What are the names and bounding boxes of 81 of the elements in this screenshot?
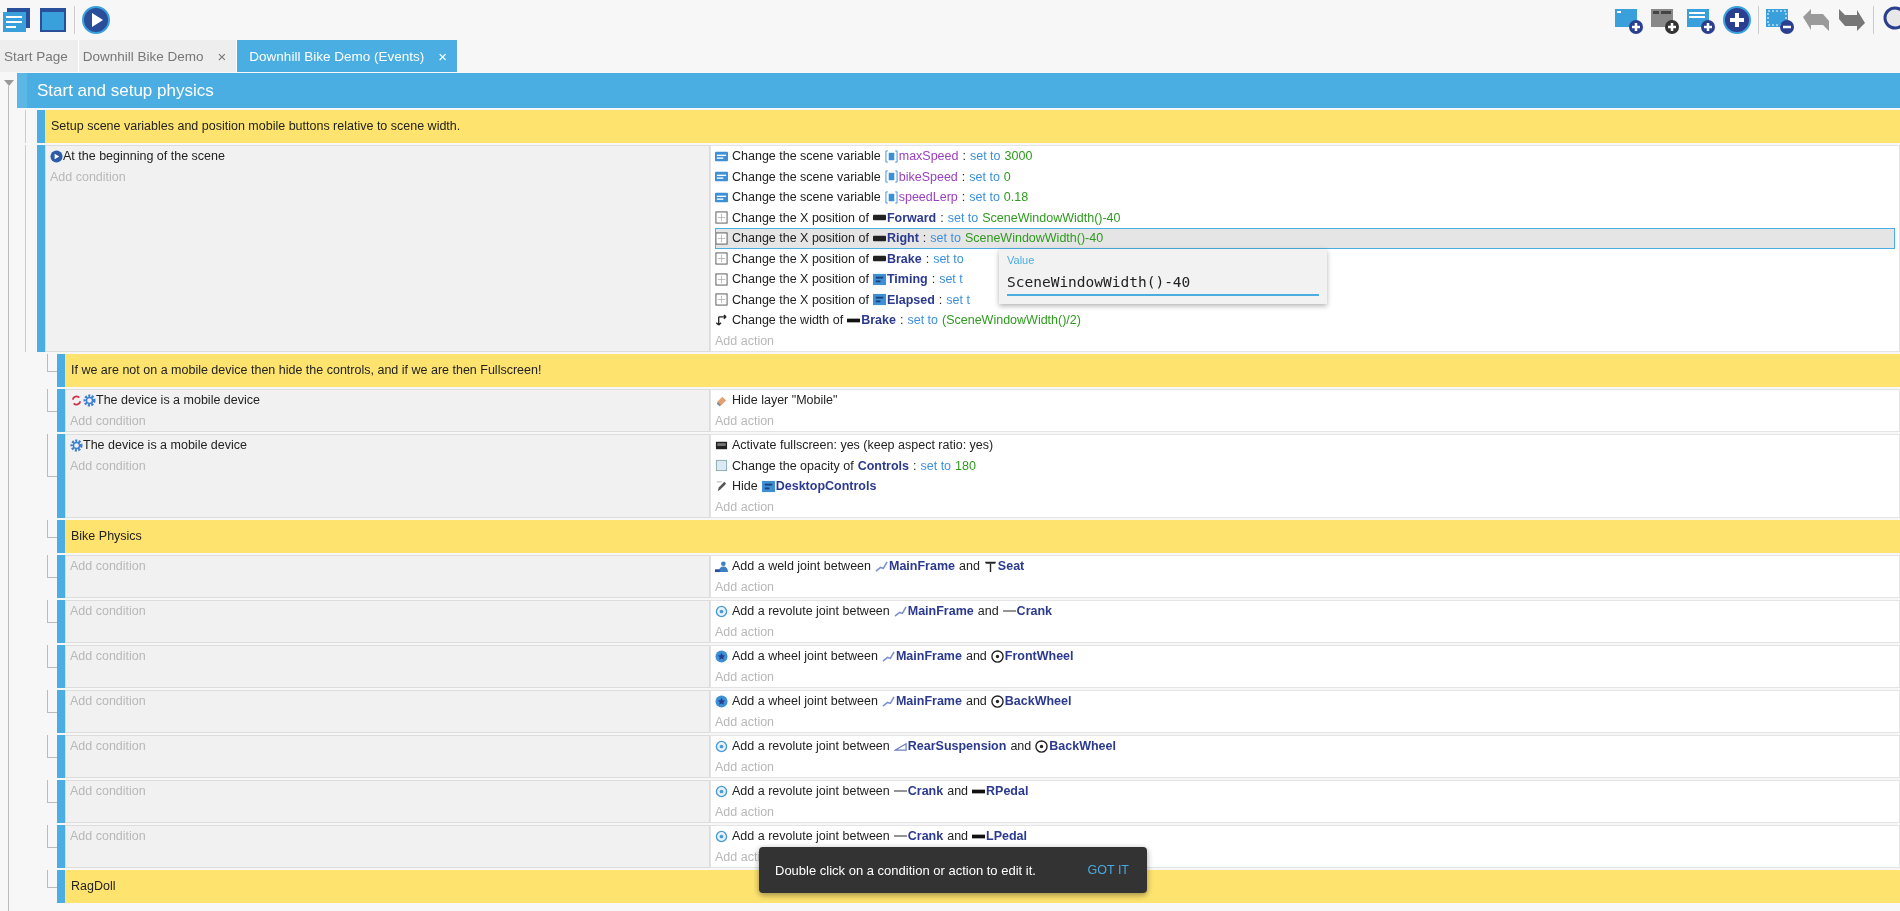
object-name: MainFrame [895, 649, 962, 664]
object-name: Crank [907, 784, 944, 799]
action-text: Activate fullscreen: yes (keep aspect ratio: yes) [732, 438, 994, 453]
object-name: LPedal [986, 829, 1028, 844]
value-text: (SceneWindowWidth()/2) [942, 313, 1081, 328]
action-text: and [959, 559, 980, 574]
field-label: Value [1007, 253, 1036, 266]
action-text: : [922, 231, 927, 246]
toast-message: Double click on a condition or action to edit it. [775, 862, 1036, 878]
action-text: : [961, 190, 966, 205]
action-text: Change the scene variable [732, 169, 881, 184]
object-name: BackWheel [1004, 694, 1072, 709]
action-text: Add a revolute joint between [732, 739, 890, 754]
value-text: 0.18 [1003, 190, 1029, 205]
action-text: Change the X position of [732, 251, 869, 266]
object-name: FrontWheel [1004, 649, 1074, 664]
action-text: Change the opacity of [732, 458, 854, 473]
value-text: SceneWindowWidth()-40 [964, 231, 1104, 246]
action-text: : [899, 313, 904, 328]
action-text: Add a wheel joint between [732, 649, 878, 664]
action-text: : [938, 292, 943, 307]
object-name: Crank [1016, 604, 1053, 619]
object-name: Elapsed [886, 292, 935, 307]
action-text: Change the width of [732, 313, 844, 328]
action-text: : [961, 169, 966, 184]
action-text: and [947, 829, 969, 844]
operator-text: set to [969, 169, 1000, 184]
object-name: DesktopControls [775, 479, 877, 494]
action-text: : [931, 272, 936, 287]
object-name: MainFrame [907, 604, 974, 619]
object-name: MainFrame [895, 694, 962, 709]
object-name: RPedal [986, 784, 1029, 799]
operator-text: set to [969, 149, 1001, 164]
action-text: Change the X position of [732, 231, 869, 246]
variable-name: bikeSpeed [898, 169, 958, 184]
operator-text: set to [930, 231, 961, 246]
operator-text: set to [907, 313, 938, 328]
action-text: Hide layer "Mobile" [732, 393, 838, 408]
action-text: and [977, 604, 999, 619]
operator-text: set t [946, 292, 970, 307]
object-name: Brake [886, 251, 922, 266]
action-text: Add a weld joint between [732, 559, 871, 574]
action-text: and [965, 649, 987, 664]
value-text: 180 [955, 458, 976, 473]
operator-text: set t [939, 272, 963, 287]
action-text: : [940, 210, 944, 225]
action-text: Add a revolute joint between [732, 784, 890, 799]
object-name: Forward [886, 210, 937, 225]
object-name: RearSuspension [907, 739, 1007, 754]
action-text: : [913, 458, 917, 473]
action-text: Change the scene variable [732, 190, 881, 205]
action-text: Change the X position of [732, 272, 869, 287]
operator-text: set to [969, 190, 1000, 205]
action-text: and [965, 694, 987, 709]
variable-name: maxSpeed [898, 149, 959, 164]
object-name: Right [886, 231, 919, 246]
object-name: MainFrame [889, 559, 955, 574]
action-text: Change the X position of [732, 210, 869, 225]
action-text: Change the X position of [732, 292, 869, 307]
variable-name: speedLerp [898, 190, 958, 205]
value-text: 3000 [1004, 149, 1033, 164]
object-name: BackWheel [1049, 739, 1116, 754]
action-text: and [947, 784, 969, 799]
action-text: : [925, 251, 930, 266]
action-text: and [1010, 739, 1032, 754]
operator-text: set to [933, 251, 964, 266]
action-text: Change the scene variable [732, 149, 881, 164]
action-text: : [962, 149, 966, 164]
object-name: Crank [907, 829, 944, 844]
operator-text: set to [920, 458, 952, 473]
object-name: Brake [861, 313, 896, 328]
action-text: Add a wheel joint between [732, 694, 878, 709]
value-text: SceneWindowWidth()-40 [982, 210, 1121, 225]
action-text: Add a revolute joint between [732, 829, 890, 844]
value-text: 0 [1003, 169, 1011, 184]
object-name: Seat [997, 559, 1025, 574]
object-name: Controls [857, 458, 909, 473]
action-text: Hide [732, 479, 758, 494]
object-name: Timing [886, 272, 928, 287]
operator-text: set to [947, 210, 979, 225]
action-text: Add a revolute joint between [732, 604, 890, 619]
